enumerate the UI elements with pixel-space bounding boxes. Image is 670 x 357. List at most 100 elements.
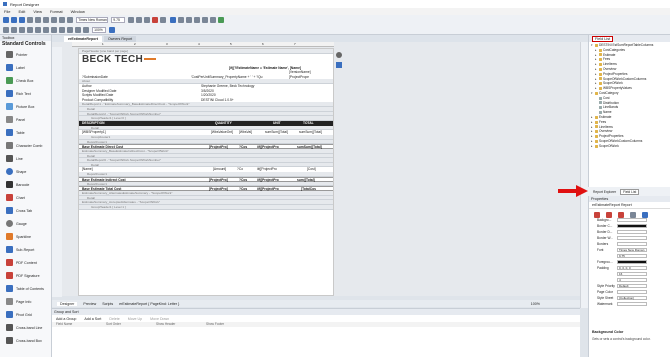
back-color-icon[interactable] xyxy=(160,17,167,23)
selected-object[interactable]: erEstimateReport Report xyxy=(589,202,670,209)
italic-icon[interactable] xyxy=(136,17,143,23)
snap-icon[interactable] xyxy=(67,27,73,33)
send-back-icon[interactable] xyxy=(59,27,65,33)
fore-color-icon[interactable] xyxy=(152,17,159,23)
function-icon[interactable] xyxy=(336,62,342,68)
tool-gauge[interactable]: Gauge xyxy=(0,217,51,230)
tool-table-of-contents[interactable]: Table of Contents xyxy=(0,282,51,295)
align-bottom-icon[interactable] xyxy=(19,27,25,33)
tab-designer[interactable]: Designer xyxy=(57,301,78,306)
justify-icon[interactable] xyxy=(193,17,200,23)
tool-chart[interactable]: Chart xyxy=(0,191,51,204)
align-left-icon[interactable] xyxy=(169,17,176,23)
detail-data-row[interactable]: [WBSProperty1] [WbsValueOnt] [WbsVal] su… xyxy=(79,130,333,135)
tool-cross-band-box[interactable]: Cross-band Box xyxy=(0,334,51,347)
move-up-button[interactable]: Move Up xyxy=(128,317,142,321)
tool-table[interactable]: Table xyxy=(0,126,51,139)
app-icon xyxy=(3,2,7,6)
submission-row[interactable]: ?SubmissionDate 'CostPerUnitSummary_Prope… xyxy=(79,75,333,80)
align-middle-icon[interactable] xyxy=(11,27,17,33)
font-name-combo[interactable]: Times New Roman xyxy=(76,17,109,23)
tool-sub-report[interactable]: Sub-Report xyxy=(0,243,51,256)
tree-item[interactable]: ▸ ScopeOfWork xyxy=(589,144,670,149)
folder-icon xyxy=(595,120,598,124)
prop-row[interactable]: Watermark xyxy=(589,301,670,307)
tab-report-explorer[interactable]: Report Explorer xyxy=(591,190,618,194)
folder-icon xyxy=(599,67,602,71)
direct-cost-total-row[interactable]: Base Estimate Direct Cost [ProjectPro] ?… xyxy=(79,144,333,150)
tab-scripts[interactable]: Scripts xyxy=(102,302,113,306)
about-row[interactable]: Product Compatibility DESTINI Cloud 1.0.5… xyxy=(79,98,333,103)
gear-icon[interactable] xyxy=(336,52,342,58)
menu-format[interactable]: Format xyxy=(50,9,63,14)
open-icon[interactable] xyxy=(11,17,17,23)
save-icon[interactable] xyxy=(19,17,25,23)
tool-picture-box[interactable]: Picture Box xyxy=(0,100,51,113)
tool-pdf-signature[interactable]: PDF Signature xyxy=(0,269,51,282)
bring-front-icon[interactable] xyxy=(51,27,57,33)
same-width-icon[interactable] xyxy=(27,27,33,33)
align-center-icon[interactable] xyxy=(177,17,184,23)
tool-page-info[interactable]: Page Info xyxy=(0,295,51,308)
menu-window[interactable]: Window xyxy=(71,9,85,14)
tab-preview[interactable]: Preview xyxy=(83,302,96,306)
group-sort-toolbar: Add a Group Add a Sort Delete Move Up Mo… xyxy=(52,315,580,322)
tool-panel[interactable]: Panel xyxy=(0,113,51,126)
tool-cross-band-line[interactable]: Cross-band Line xyxy=(0,321,51,334)
add-sort-button[interactable]: Add a Sort xyxy=(84,317,101,321)
zoom-in-icon[interactable] xyxy=(83,27,89,33)
zoom-level[interactable]: 100% xyxy=(531,302,540,306)
tool-character-comb[interactable]: Character Comb xyxy=(0,139,51,152)
menu-file[interactable]: File xyxy=(4,9,10,14)
tool-cross-tab[interactable]: Cross Tab xyxy=(0,204,51,217)
band-group-header[interactable]: GroupHeader1 [ Level 1 ] xyxy=(79,205,333,210)
delete-button[interactable]: Delete xyxy=(109,317,119,321)
tool-pivot-grid[interactable]: Pivot Grid xyxy=(0,308,51,321)
tool-shape[interactable]: Shape xyxy=(0,165,51,178)
bold-icon[interactable] xyxy=(128,17,135,23)
tool-label[interactable]: Label xyxy=(0,61,51,74)
report-page: PageHeader [one band per page] BECK TECH… xyxy=(78,48,334,296)
indirect-data-row[interactable]: [Name] [Amount] ?Co iif([ProjectPro [Cos… xyxy=(79,167,333,172)
spacing-icon[interactable] xyxy=(43,27,49,33)
tool-sparkline[interactable]: Sparkline xyxy=(0,230,51,243)
folder-icon xyxy=(599,48,602,52)
toc-icon xyxy=(6,285,13,292)
menu-edit[interactable]: Edit xyxy=(18,9,25,14)
tool-pdf-content[interactable]: PDF Content xyxy=(0,256,51,269)
canvas-scrollbar[interactable] xyxy=(580,42,588,308)
magnifier-icon[interactable] xyxy=(109,27,116,33)
total-cost-row[interactable]: Base Estimate Total Cost [ProjectPro] ?C… xyxy=(79,186,333,192)
zoom-out-icon[interactable] xyxy=(75,27,81,33)
size-icon[interactable] xyxy=(209,17,216,23)
subreport-icon xyxy=(6,246,13,253)
tool-barcode[interactable]: Barcode xyxy=(0,178,51,191)
font-size-combo[interactable]: 9.75 xyxy=(111,17,126,23)
align-right-icon[interactable] xyxy=(185,17,192,23)
tool-rich-text[interactable]: Rich Text xyxy=(0,87,51,100)
cut-icon[interactable] xyxy=(27,17,33,23)
redo-icon[interactable] xyxy=(67,17,73,23)
underline-icon[interactable] xyxy=(144,17,151,23)
delete-icon[interactable] xyxy=(51,17,57,23)
tool-line[interactable]: Line xyxy=(0,152,51,165)
tool-pointer[interactable]: Pointer xyxy=(0,48,51,61)
new-icon[interactable] xyxy=(3,17,9,23)
layout-icon[interactable] xyxy=(201,17,208,23)
same-height-icon[interactable] xyxy=(35,27,41,33)
tool-check-box[interactable]: Check Box xyxy=(0,74,51,87)
grid-icon[interactable] xyxy=(217,17,224,23)
align-top-icon[interactable] xyxy=(3,27,9,33)
zoom-combo[interactable]: 100% xyxy=(92,27,107,33)
paste-icon[interactable] xyxy=(43,17,49,23)
tab-field-list[interactable]: Field List xyxy=(620,188,640,195)
menu-view[interactable]: View xyxy=(33,9,42,14)
undo-icon[interactable] xyxy=(59,17,65,23)
indirect-cost-total-row[interactable]: Base Estimate Indirect Cost [ProjectPro]… xyxy=(79,176,333,182)
copy-icon[interactable] xyxy=(35,17,41,23)
move-down-button[interactable]: Move Down xyxy=(150,317,169,321)
menu-bar: File Edit View Format Window xyxy=(0,8,670,15)
toolbox-category[interactable]: Standard Controls xyxy=(0,41,51,48)
field-list-panel: Field List ▾ DESTINI EstSumReportTableCol… xyxy=(588,35,670,193)
add-group-button[interactable]: Add a Group xyxy=(56,317,76,321)
